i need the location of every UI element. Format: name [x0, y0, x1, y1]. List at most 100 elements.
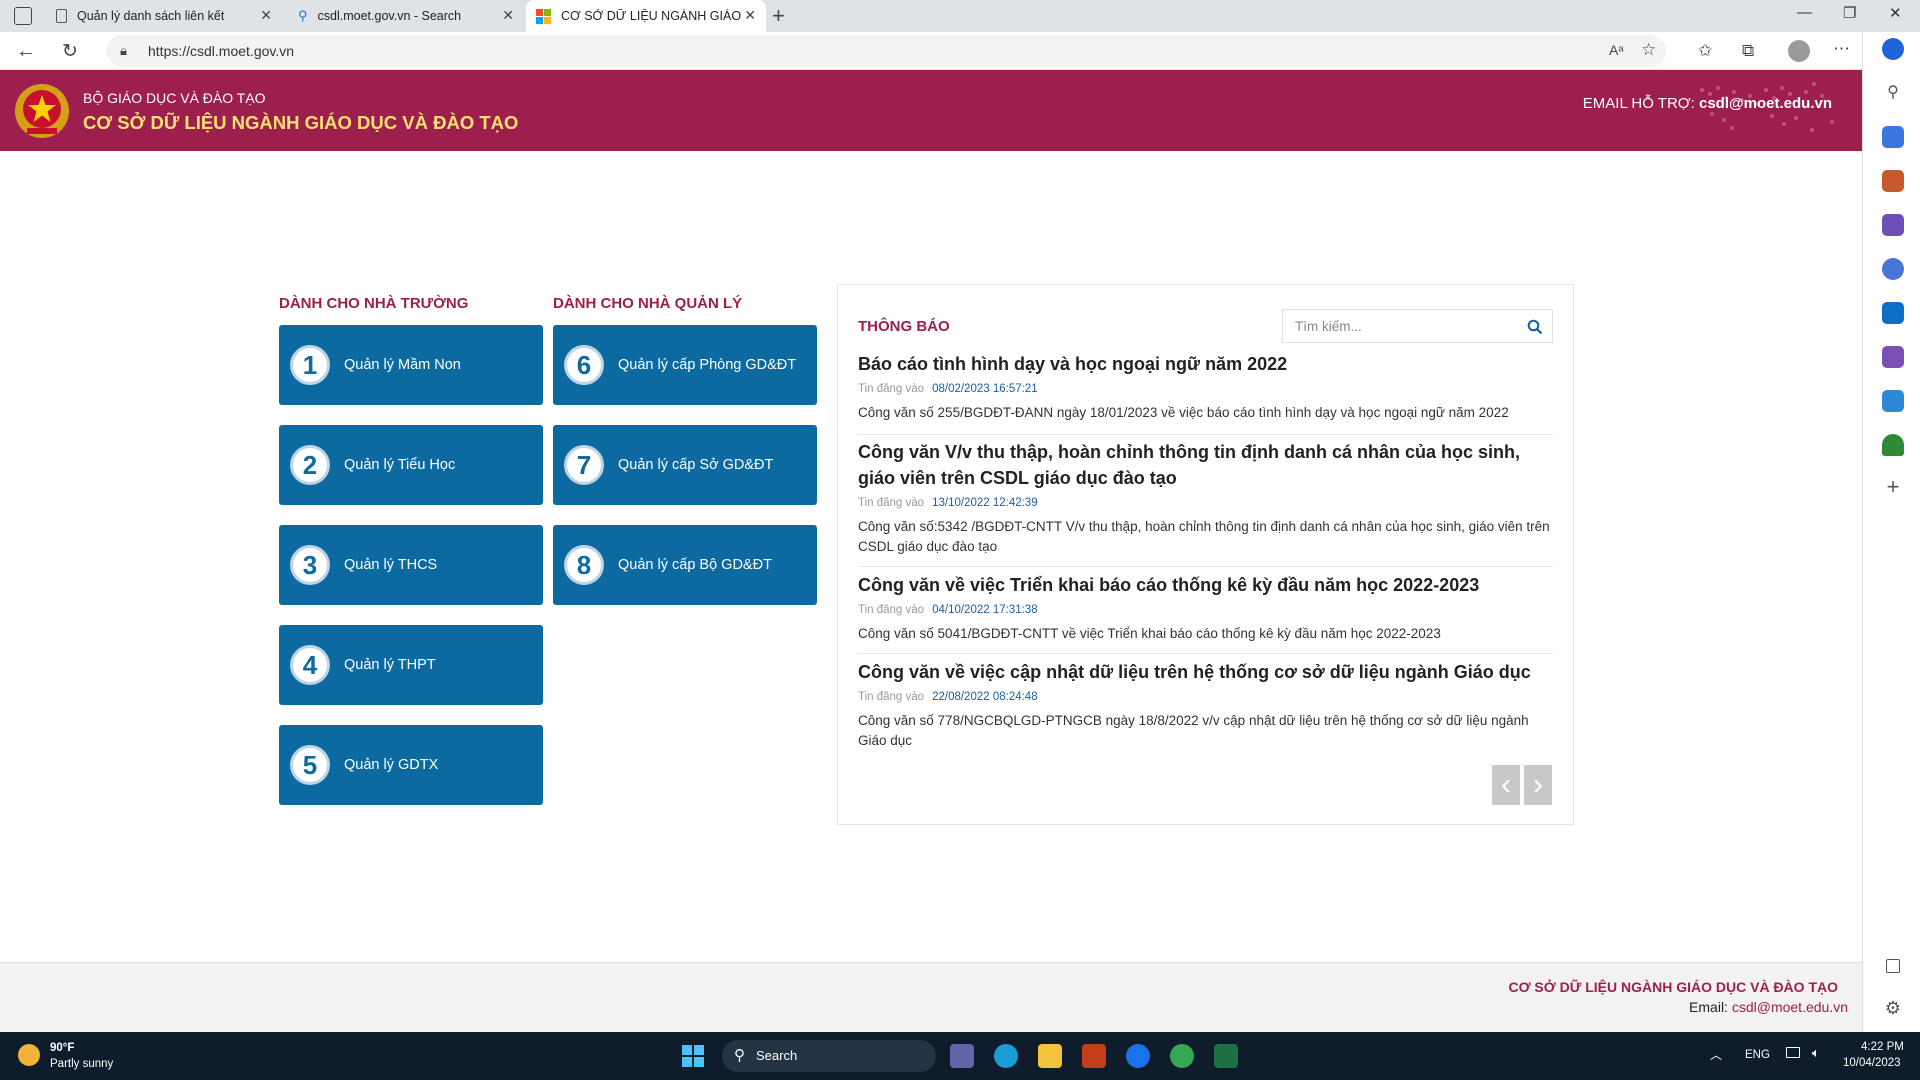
news-desc: Công văn số 255/BGDĐT-ĐANN ngày 18/01/20…	[858, 405, 1509, 420]
menu-button-gdtx[interactable]: 5 Quản lý GDTX	[279, 725, 543, 805]
monitor-icon[interactable]	[1786, 1047, 1800, 1058]
menu-button-so[interactable]: 7 Quản lý cấp Sở GD&ĐT	[553, 425, 817, 505]
address-bar[interactable]: 🔒︎ https://csdl.moet.gov.vn Aᵃ ☆	[106, 35, 1666, 67]
menu-button-thcs[interactable]: 3 Quản lý THCS	[279, 525, 543, 605]
games-icon[interactable]	[1882, 214, 1904, 236]
split-screen-icon[interactable]	[1886, 959, 1900, 973]
tab-title: CƠ SỞ DỮ LIỆU NGÀNH GIÁO DỤ	[561, 9, 741, 23]
footer-title: CƠ SỞ DỮ LIỆU NGÀNH GIÁO DỤC VÀ ĐÀO TẠO	[1508, 979, 1838, 995]
news-title[interactable]: Công văn V/v thu thập, hoàn chỉnh thông …	[858, 439, 1553, 491]
edge-sidebar: ⚲ + ⚙	[1862, 32, 1920, 1032]
language-indicator[interactable]: ENG	[1745, 1049, 1770, 1061]
notices-heading: THÔNG BÁO	[858, 318, 950, 335]
menu-button-label: Quản lý GDTX	[344, 757, 439, 773]
close-tab-icon[interactable]: ✕	[260, 7, 272, 24]
divider	[858, 653, 1553, 654]
tab-link-manager[interactable]: Quản lý danh sách liên kết ✕	[46, 0, 282, 32]
settings-gear-icon[interactable]: ⚙	[1882, 998, 1904, 1020]
news-title[interactable]: Công văn về việc Triển khai báo cáo thốn…	[858, 572, 1553, 598]
number-badge: 1	[290, 345, 330, 385]
send-icon[interactable]	[1882, 390, 1904, 412]
weather-icon[interactable]	[18, 1044, 40, 1066]
chevron-right-icon: ›	[1533, 768, 1543, 801]
new-tab-icon[interactable]: +	[772, 3, 785, 29]
news-date: 04/10/2022 17:31:38	[932, 604, 1038, 616]
windows-start-icon[interactable]	[682, 1045, 704, 1067]
menu-button-label: Quản lý cấp Bộ GD&ĐT	[618, 557, 772, 573]
menu-button-phong[interactable]: 6 Quản lý cấp Phòng GD&ĐT	[553, 325, 817, 405]
favorites-icon[interactable]: ✩	[1698, 41, 1712, 61]
footer-email-value[interactable]: csdl@moet.edu.vn	[1732, 999, 1848, 1015]
news-date: 08/02/2023 16:57:21	[932, 383, 1038, 395]
tree-icon[interactable]	[1882, 434, 1904, 456]
office-icon[interactable]	[1882, 258, 1904, 280]
page-icon	[56, 9, 67, 23]
chrome-icon[interactable]	[1170, 1044, 1194, 1068]
prev-page-button[interactable]: ‹	[1492, 765, 1520, 805]
file-explorer-icon[interactable]	[1038, 1044, 1062, 1068]
news-date: 13/10/2022 12:42:39	[932, 497, 1038, 509]
bing-chat-icon[interactable]	[1882, 38, 1904, 60]
close-tab-icon[interactable]: ✕	[502, 7, 514, 24]
tools-icon[interactable]	[1882, 170, 1904, 192]
ministry-name: BỘ GIÁO DỤC VÀ ĐÀO TẠO	[83, 90, 266, 106]
back-icon[interactable]: ←	[16, 40, 36, 63]
menu-button-label: Quản lý cấp Phòng GD&ĐT	[618, 357, 797, 373]
number-badge: 8	[564, 545, 604, 585]
add-icon[interactable]: +	[1882, 476, 1904, 498]
search-icon[interactable]	[1527, 319, 1543, 335]
tab-actions-icon[interactable]	[14, 7, 32, 25]
more-menu-icon[interactable]: ⋯	[1833, 39, 1850, 59]
search-icon: ⚲	[298, 8, 308, 23]
posted-label: Tin đăng vào	[858, 604, 925, 616]
news-meta: Tin đăng vào 08/02/2023 16:57:21	[858, 383, 1553, 395]
number-badge: 3	[290, 545, 330, 585]
taskbar-search-label: Search	[756, 1048, 798, 1063]
search-input[interactable]	[1283, 310, 1513, 342]
taskbar-search[interactable]: ⚲ Search	[722, 1040, 936, 1072]
next-page-button[interactable]: ›	[1524, 765, 1552, 805]
close-window-icon[interactable]: ✕	[1889, 4, 1902, 22]
read-aloud-icon[interactable]: Aᵃ	[1609, 42, 1624, 58]
editor-icon[interactable]	[1882, 346, 1904, 368]
menu-button-thpt[interactable]: 4 Quản lý THPT	[279, 625, 543, 705]
tab-search[interactable]: ⚲ csdl.moet.gov.vn - Search ✕	[288, 0, 524, 32]
tab-title: Quản lý danh sách liên kết	[77, 9, 225, 23]
zalo-icon[interactable]	[1126, 1044, 1150, 1068]
search-icon[interactable]: ⚲	[1882, 82, 1904, 104]
chevron-up-icon[interactable]: ︿	[1710, 1046, 1722, 1063]
menu-button-mam-non[interactable]: 1 Quản lý Mầm Non	[279, 325, 543, 405]
clock-time[interactable]: 4:22 PM	[1861, 1041, 1904, 1053]
shopping-tag-icon[interactable]	[1882, 126, 1904, 148]
profile-avatar[interactable]	[1788, 40, 1810, 62]
news-item: Công văn về việc cập nhật dữ liệu trên h…	[858, 659, 1553, 751]
divider	[858, 434, 1553, 435]
edge-icon[interactable]	[994, 1044, 1018, 1068]
news-desc: Công văn số 778/NGCBQLGD-PTNGCB ngày 18/…	[858, 713, 1529, 748]
powerpoint-icon[interactable]	[1082, 1044, 1106, 1068]
restore-icon[interactable]: ❐	[1843, 4, 1856, 22]
menu-button-bo[interactable]: 8 Quản lý cấp Bộ GD&ĐT	[553, 525, 817, 605]
outlook-icon[interactable]	[1882, 302, 1904, 324]
national-emblem-logo[interactable]	[13, 82, 71, 140]
collections-icon[interactable]: ⧉	[1742, 41, 1754, 61]
news-item: Công văn về việc Triển khai báo cáo thốn…	[858, 572, 1553, 644]
number-badge: 4	[290, 645, 330, 685]
clock-date[interactable]: 10/04/2023	[1843, 1057, 1901, 1069]
minimize-icon[interactable]: —	[1797, 4, 1812, 21]
teams-icon[interactable]	[950, 1044, 974, 1068]
news-title[interactable]: Công văn về việc cập nhật dữ liệu trên h…	[858, 659, 1553, 685]
news-title[interactable]: Báo cáo tình hình dạy và học ngoại ngữ n…	[858, 351, 1553, 377]
support-email-value[interactable]: csdl@moet.edu.vn	[1699, 95, 1832, 112]
refresh-icon[interactable]: ↻	[62, 40, 78, 63]
menu-button-tieu-hoc[interactable]: 2 Quản lý Tiểu Học	[279, 425, 543, 505]
menu-button-label: Quản lý Tiểu Học	[344, 457, 456, 473]
excel-icon[interactable]	[1214, 1044, 1238, 1068]
speaker-icon[interactable]: 🔈︎	[1812, 1045, 1820, 1061]
favorite-star-icon[interactable]: ☆	[1641, 40, 1656, 60]
number-badge: 6	[564, 345, 604, 385]
close-tab-icon[interactable]: ✕	[744, 7, 756, 24]
tab-csdl-active[interactable]: CƠ SỞ DỮ LIỆU NGÀNH GIÁO DỤ ✕	[526, 0, 766, 32]
number-badge: 5	[290, 745, 330, 785]
news-meta: Tin đăng vào 04/10/2022 17:31:38	[858, 604, 1553, 616]
